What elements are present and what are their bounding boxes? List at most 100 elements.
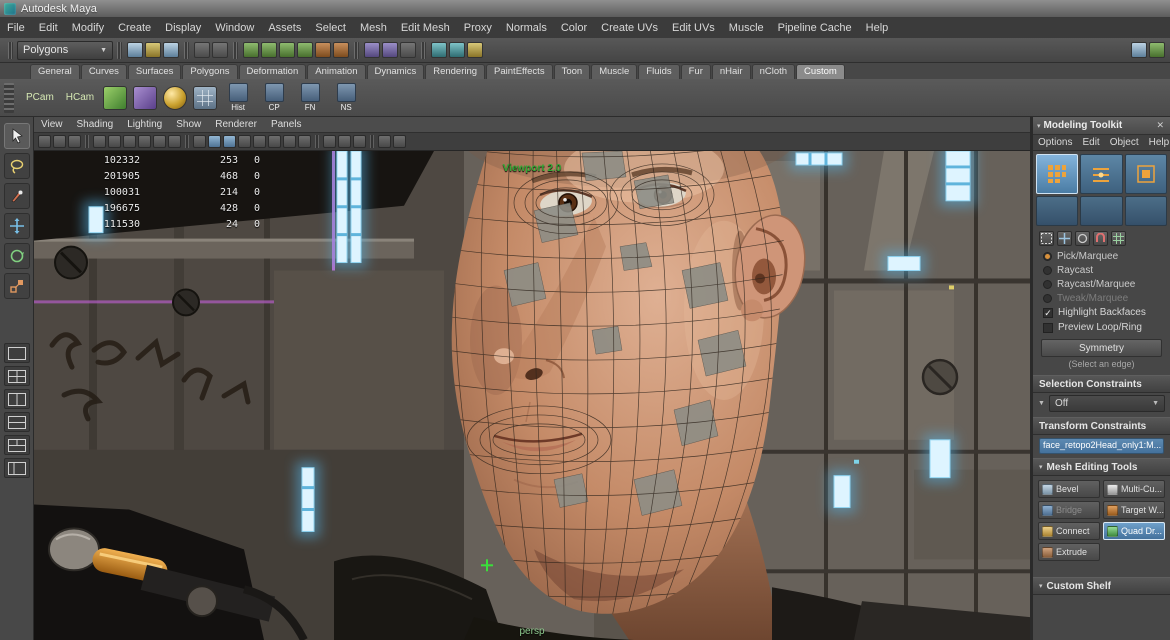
marquee-select-icon[interactable] [1039, 231, 1054, 246]
shelf-tab-toon[interactable]: Toon [554, 64, 591, 79]
gate-mask-icon[interactable] [123, 135, 136, 148]
paint-select-tool-icon[interactable] [4, 183, 30, 209]
menu-mesh[interactable]: Mesh [353, 18, 394, 38]
make-live-icon[interactable] [333, 42, 349, 58]
shelf-item-hcam[interactable]: HCam [60, 92, 100, 103]
toolkit-menu-edit[interactable]: Edit [1077, 137, 1104, 148]
shelf-item-fn[interactable]: FN [296, 83, 324, 112]
target-weld-tool-button[interactable]: Target W... [1103, 501, 1165, 519]
mode-pick-marquee[interactable]: Pick/Marquee [1033, 249, 1170, 263]
shelf-tab-muscle[interactable]: Muscle [591, 64, 637, 79]
shadows-icon[interactable] [253, 135, 266, 148]
move-tool-icon[interactable] [4, 213, 30, 239]
shelf-tab-nhair[interactable]: nHair [712, 64, 751, 79]
viewport-canvas[interactable]: 1023322530 2019054680 1000312140 1966754… [34, 151, 1030, 640]
shelf-plane-icon[interactable] [193, 86, 217, 110]
three-pane-layout-button[interactable] [4, 435, 30, 455]
safe-title-icon[interactable] [168, 135, 181, 148]
xray-icon[interactable] [323, 135, 336, 148]
camera-based-select-icon[interactable] [1075, 231, 1090, 246]
uv-mode-button[interactable] [1125, 196, 1167, 226]
lasso-tool-icon[interactable] [4, 153, 30, 179]
shelf-item-hist[interactable]: Hist [224, 83, 252, 112]
snap-point-icon[interactable] [279, 42, 295, 58]
statusline-grip[interactable] [354, 42, 359, 59]
shelf-script-icon[interactable] [103, 86, 127, 110]
menu-display[interactable]: Display [158, 18, 208, 38]
menu-modify[interactable]: Modify [65, 18, 111, 38]
field-chart-icon[interactable] [138, 135, 151, 148]
face-mode-button[interactable] [1125, 154, 1167, 194]
menu-edit-mesh[interactable]: Edit Mesh [394, 18, 457, 38]
ipr-render-icon[interactable] [449, 42, 465, 58]
single-pane-layout-button[interactable] [4, 343, 30, 363]
menu-edit-uvs[interactable]: Edit UVs [665, 18, 722, 38]
shaded-mode-icon[interactable] [208, 135, 221, 148]
redo-icon[interactable] [212, 42, 228, 58]
isolate-select-icon[interactable] [353, 135, 366, 148]
panel-menu-show[interactable]: Show [169, 119, 208, 130]
connect-tool-button[interactable]: Connect [1038, 522, 1100, 540]
panel-menu-lighting[interactable]: Lighting [120, 119, 169, 130]
title-bar[interactable]: Autodesk Maya [0, 0, 1170, 18]
toolkit-menu-help[interactable]: Help [1144, 137, 1170, 148]
shelf-tab-custom[interactable]: Custom [796, 64, 845, 79]
section-transform-constraints[interactable]: Transform Constraints [1033, 417, 1170, 435]
menu-normals[interactable]: Normals [499, 18, 554, 38]
use-all-lights-icon[interactable] [238, 135, 251, 148]
menu-edit[interactable]: Edit [32, 18, 65, 38]
new-scene-icon[interactable] [127, 42, 143, 58]
resolution-gate-icon[interactable] [108, 135, 121, 148]
toolkit-menu-options[interactable]: Options [1033, 137, 1077, 148]
panel-menu-renderer[interactable]: Renderer [208, 119, 264, 130]
shelf-tab-fur[interactable]: Fur [681, 64, 711, 79]
four-pane-layout-button[interactable] [4, 366, 30, 386]
statusline-grip[interactable] [8, 42, 13, 59]
motion-blur-icon[interactable] [283, 135, 296, 148]
multi-cut-tool-button[interactable]: Multi-Cu... [1103, 480, 1165, 498]
construction-history-icon[interactable] [400, 42, 416, 58]
menu-create[interactable]: Create [111, 18, 158, 38]
section-mesh-editing-tools[interactable]: ▾ Mesh Editing Tools [1033, 458, 1170, 476]
menu-file[interactable]: File [0, 18, 32, 38]
grid-snap-icon[interactable] [1111, 231, 1126, 246]
render-settings-icon[interactable] [467, 42, 483, 58]
drag-select-icon[interactable] [1057, 231, 1072, 246]
open-scene-icon[interactable] [145, 42, 161, 58]
rotate-tool-icon[interactable] [4, 243, 30, 269]
constraint-dropdown[interactable]: Off ▼ [1049, 395, 1165, 412]
mode-raycast-marquee[interactable]: Raycast/Marquee [1033, 277, 1170, 291]
statusline-grip[interactable] [421, 42, 426, 59]
multi-component-button[interactable] [1036, 196, 1078, 226]
edge-mode-button[interactable] [1080, 154, 1122, 194]
section-custom-shelf[interactable]: ▾ Custom Shelf [1033, 577, 1170, 595]
menu-window[interactable]: Window [208, 18, 261, 38]
shelf-tab-fluids[interactable]: Fluids [638, 64, 679, 79]
shelf-item-pcam[interactable]: PCam [20, 92, 60, 103]
section-selection-constraints[interactable]: Selection Constraints [1033, 375, 1170, 393]
shelf-menu-grip[interactable] [4, 83, 14, 113]
statusline-grip[interactable] [233, 42, 238, 59]
menu-assets[interactable]: Assets [261, 18, 308, 38]
panel-menu-shading[interactable]: Shading [70, 119, 121, 130]
shelf-polytool-icon[interactable] [133, 86, 157, 110]
shelf-tab-surfaces[interactable]: Surfaces [128, 64, 182, 79]
shelf-tab-deformation[interactable]: Deformation [239, 64, 307, 79]
shelf-item-ns[interactable]: NS [332, 83, 360, 112]
shelf-tab-general[interactable]: General [30, 64, 80, 79]
vertex-mode-button[interactable] [1036, 154, 1078, 194]
scale-tool-icon[interactable] [4, 273, 30, 299]
highlight-backfaces-checkbox[interactable]: ✓ Highlight Backfaces [1033, 305, 1170, 320]
close-icon[interactable]: ✕ [1154, 120, 1166, 131]
xray-joints-icon[interactable] [338, 135, 351, 148]
object-mode-button[interactable] [1080, 196, 1122, 226]
preview-loop-ring-checkbox[interactable]: Preview Loop/Ring [1033, 320, 1170, 335]
textured-mode-icon[interactable] [223, 135, 236, 148]
sidebar-attribute-editor-icon[interactable] [1131, 42, 1147, 58]
snap-curve-icon[interactable] [261, 42, 277, 58]
mode-raycast[interactable]: Raycast [1033, 263, 1170, 277]
select-tool-icon[interactable] [4, 123, 30, 149]
quad-draw-tool-button[interactable]: Quad Dr... [1103, 522, 1165, 540]
safe-action-icon[interactable] [153, 135, 166, 148]
camera-bookmark-icon[interactable] [68, 135, 81, 148]
